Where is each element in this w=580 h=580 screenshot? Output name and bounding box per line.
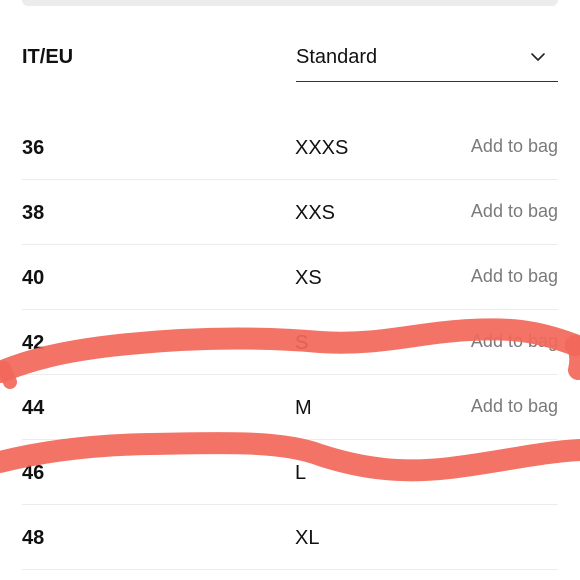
size-system-dropdown[interactable]: Standard	[296, 40, 558, 82]
size-eu-value: 40	[22, 267, 45, 289]
size-header-row: IT/EU Standard	[22, 40, 558, 82]
size-standard-value: S	[295, 332, 309, 354]
size-eu-value: 44	[22, 397, 45, 419]
size-system-value: Standard	[296, 46, 378, 68]
highlight-stroke-upper-tail	[565, 335, 580, 380]
size-eu-value: 46	[22, 462, 45, 484]
size-eu-value: 36	[22, 137, 45, 159]
size-list: 36 XXXS Add to bag 38 XXS Add to bag 40 …	[22, 115, 558, 570]
size-row[interactable]: 44 M Add to bag	[22, 375, 558, 440]
size-standard-value: XL	[295, 527, 320, 549]
add-to-bag-button[interactable]: Add to bag	[471, 396, 558, 417]
size-selector-page: IT/EU Standard 36 XXXS Add to bag 38 XXS…	[0, 0, 580, 580]
add-to-bag-button[interactable]: Add to bag	[471, 136, 558, 157]
size-eu-value: 38	[22, 202, 45, 224]
size-standard-value: XXXS	[295, 137, 349, 159]
size-eu-value: 48	[22, 527, 45, 549]
add-to-bag-button[interactable]: Add to bag	[471, 331, 558, 352]
size-row[interactable]: 40 XS Add to bag	[22, 245, 558, 310]
size-row[interactable]: 36 XXXS Add to bag	[22, 115, 558, 180]
size-row[interactable]: 38 XXS Add to bag	[22, 180, 558, 245]
size-standard-value: XS	[295, 267, 322, 289]
size-row[interactable]: 48 XL	[22, 505, 558, 570]
add-to-bag-button[interactable]: Add to bag	[471, 266, 558, 287]
top-panel-edge	[22, 0, 558, 6]
add-to-bag-button[interactable]: Add to bag	[471, 201, 558, 222]
chevron-down-icon	[531, 53, 545, 61]
highlight-stroke-left-tick	[0, 361, 17, 389]
size-row[interactable]: 42 S Add to bag	[22, 310, 558, 375]
size-row[interactable]: 46 L	[22, 440, 558, 505]
size-standard-value: M	[295, 397, 312, 419]
size-system-label: IT/EU	[22, 46, 74, 68]
size-standard-value: L	[295, 462, 307, 484]
size-standard-value: XXS	[295, 202, 336, 224]
size-eu-value: 42	[22, 332, 45, 354]
